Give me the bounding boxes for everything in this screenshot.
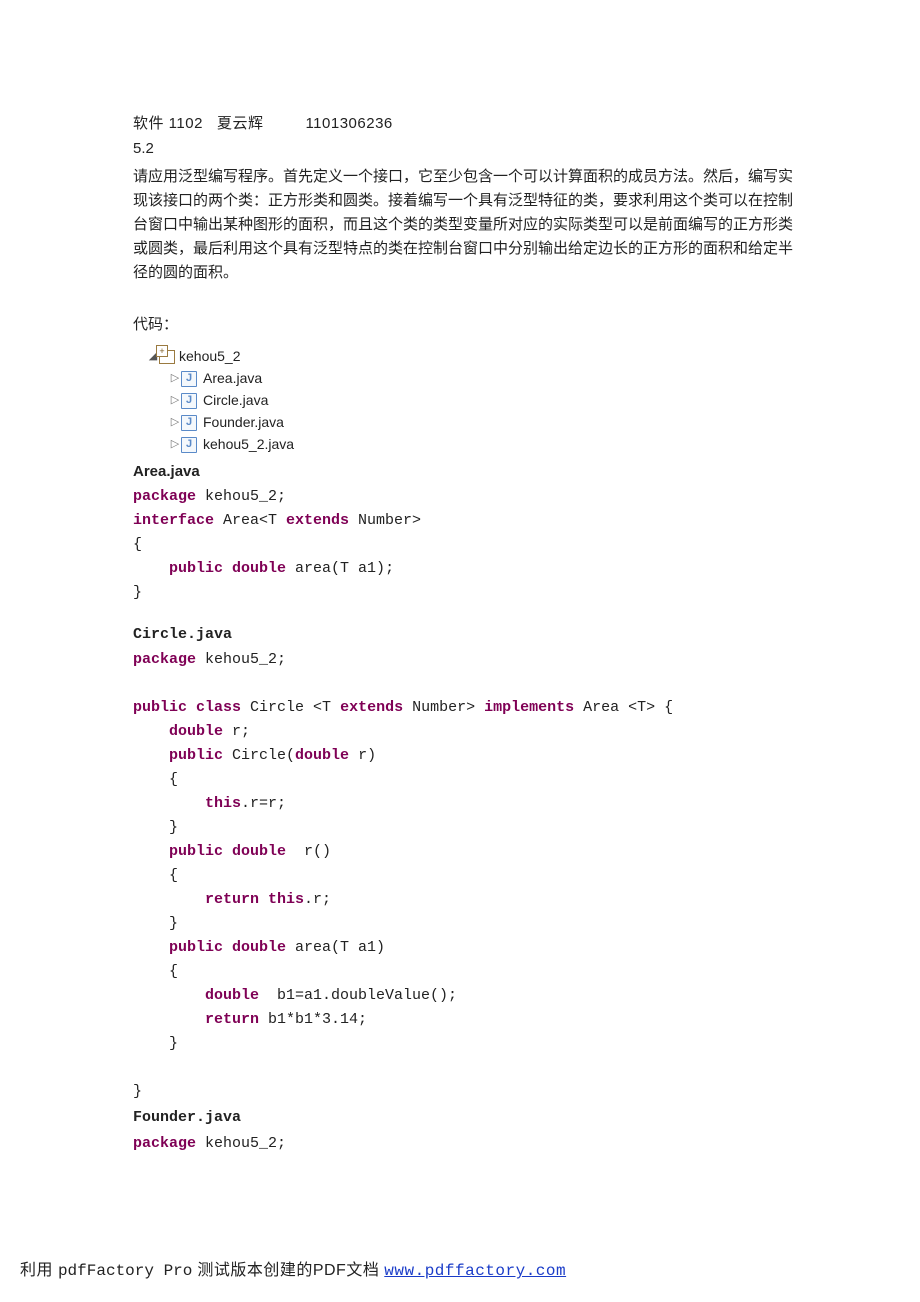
tree-file-row: ▷ J kehou5_2.java <box>147 434 920 456</box>
code-pad <box>133 891 205 908</box>
code-text: Number> <box>349 512 421 529</box>
footer-link[interactable]: www.pdffactory.com <box>384 1262 566 1280</box>
code-text: b1=a1.doubleValue(); <box>259 987 457 1004</box>
file-heading-circle: Circle.java <box>133 623 920 646</box>
pdf-footer: 利用 pdfFactory Pro 测试版本创建的PDF文档 www.pdffa… <box>20 1259 566 1284</box>
student-id: 1101306236 <box>305 115 392 132</box>
package-tree: ◢ kehou5_2 ▷ J Area.java ▷ J Circle.java… <box>147 346 920 456</box>
file-heading-founder: Founder.java <box>133 1106 920 1129</box>
keyword: package <box>133 488 196 505</box>
code-pad <box>133 963 169 980</box>
code-text: kehou5_2; <box>196 488 286 505</box>
keyword: public double <box>169 939 286 956</box>
footer-product: pdfFactory Pro <box>58 1262 192 1280</box>
java-file-icon: J <box>181 415 197 431</box>
file-label: kehou5_2.java <box>203 434 294 456</box>
code-text: Area <T> { <box>574 699 673 716</box>
code-pad <box>133 819 169 836</box>
code-text: { <box>169 867 178 884</box>
code-text: .r; <box>304 891 331 908</box>
keyword: public class <box>133 699 241 716</box>
code-text: { <box>133 536 142 553</box>
code-block-circle: package kehou5_2; public class Circle <T… <box>133 648 920 1104</box>
code-text: kehou5_2; <box>196 1135 286 1152</box>
code-pad <box>133 1011 205 1028</box>
code-text: Number> <box>403 699 484 716</box>
code-text: kehou5_2; <box>196 651 286 668</box>
file-label: Area.java <box>203 368 262 390</box>
code-text: } <box>133 584 142 601</box>
collapse-icon: ▷ <box>169 436 181 453</box>
code-pad <box>133 915 169 932</box>
footer-prefix: 利用 <box>20 1262 58 1279</box>
code-pad <box>133 1035 169 1052</box>
code-text: { <box>169 771 178 788</box>
code-text: area(T a1); <box>286 560 394 577</box>
code-text: b1*b1*3.14; <box>259 1011 367 1028</box>
keyword: package <box>133 1135 196 1152</box>
document-header: 软件 1102 夏云辉 1101306236 <box>133 112 920 135</box>
code-pad <box>133 867 169 884</box>
code-text: r() <box>286 843 331 860</box>
code-label: 代码： <box>133 313 920 336</box>
keyword: double <box>205 987 259 1004</box>
code-block-area: package kehou5_2; interface Area<T exten… <box>133 485 920 605</box>
keyword: extends <box>340 699 403 716</box>
keyword: interface <box>133 512 214 529</box>
code-text: Area<T <box>214 512 286 529</box>
collapse-icon: ▷ <box>169 392 181 409</box>
keyword: public double <box>169 843 286 860</box>
problem-statement: 请应用泛型编写程序。首先定义一个接口，它至少包含一个可以计算面积的成员方法。然后… <box>133 165 793 285</box>
file-label: Circle.java <box>203 390 268 412</box>
tree-package-row: ◢ kehou5_2 <box>147 346 920 368</box>
code-text: r; <box>223 723 250 740</box>
code-pad <box>133 747 169 764</box>
collapse-icon: ▷ <box>169 414 181 431</box>
file-label: Founder.java <box>203 412 284 434</box>
code-pad <box>133 987 205 1004</box>
keyword: return <box>205 1011 259 1028</box>
code-pad <box>133 560 169 577</box>
code-pad <box>133 843 169 860</box>
java-file-icon: J <box>181 371 197 387</box>
keyword: this <box>205 795 241 812</box>
code-pad <box>133 723 169 740</box>
tree-file-row: ▷ J Founder.java <box>147 412 920 434</box>
keyword: public <box>169 747 223 764</box>
code-text: } <box>169 819 178 836</box>
package-label: kehou5_2 <box>179 346 241 368</box>
tree-file-row: ▷ J Area.java <box>147 368 920 390</box>
code-pad <box>133 771 169 788</box>
student-name: 夏云辉 <box>217 115 264 132</box>
code-block-founder: package kehou5_2; <box>133 1132 920 1156</box>
footer-mid: 测试版本创建的PDF文档 <box>192 1262 384 1279</box>
keyword: package <box>133 651 196 668</box>
keyword: extends <box>286 512 349 529</box>
code-text: { <box>169 963 178 980</box>
keyword: double <box>295 747 349 764</box>
code-text: .r=r; <box>241 795 286 812</box>
tree-file-row: ▷ J Circle.java <box>147 390 920 412</box>
code-text: r) <box>349 747 376 764</box>
code-text: } <box>133 1083 142 1100</box>
class-id: 软件 1102 <box>133 115 203 132</box>
section-number: 5.2 <box>133 137 920 160</box>
code-text: } <box>169 1035 178 1052</box>
file-heading-area: Area.java <box>133 460 920 483</box>
code-text: Circle <T <box>241 699 340 716</box>
code-text: Circle( <box>223 747 295 764</box>
java-file-icon: J <box>181 437 197 453</box>
collapse-icon: ▷ <box>169 370 181 387</box>
code-pad <box>133 795 205 812</box>
keyword: double <box>169 723 223 740</box>
keyword: return this <box>205 891 304 908</box>
code-text: } <box>169 915 178 932</box>
code-text: area(T a1) <box>286 939 385 956</box>
keyword: implements <box>484 699 574 716</box>
java-file-icon: J <box>181 393 197 409</box>
package-icon <box>159 350 175 364</box>
code-pad <box>133 939 169 956</box>
keyword: public double <box>169 560 286 577</box>
